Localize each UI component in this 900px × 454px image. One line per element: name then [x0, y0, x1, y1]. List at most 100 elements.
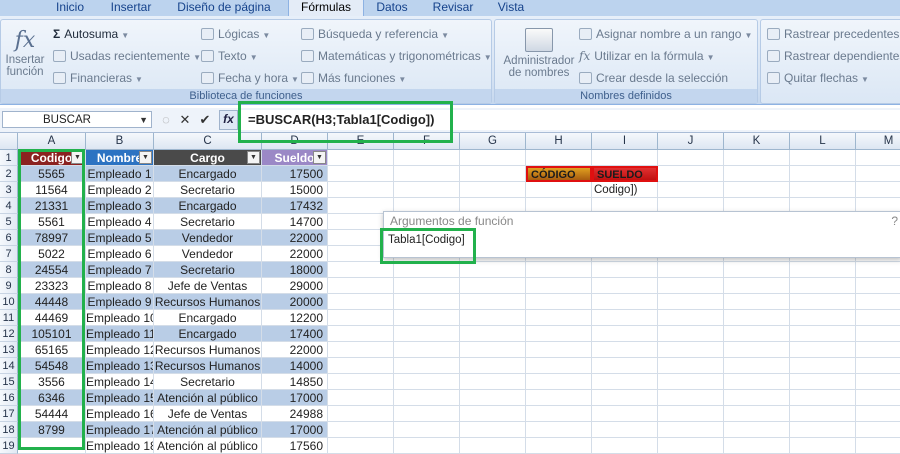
cell[interactable]	[526, 438, 592, 454]
table-cell[interactable]: 11564	[18, 182, 86, 198]
table-cell[interactable]: 8799	[18, 422, 86, 438]
chevron-down-icon[interactable]: ▼	[139, 112, 148, 129]
cell[interactable]	[790, 374, 856, 390]
table-cell[interactable]: Atención al público	[154, 422, 262, 438]
cell[interactable]	[658, 262, 724, 278]
name-manager-button[interactable]: Administrador de nombres	[499, 28, 579, 79]
row-header[interactable]: 4	[0, 198, 18, 214]
row-header[interactable]: 13	[0, 342, 18, 358]
cell[interactable]	[790, 342, 856, 358]
table-cell[interactable]: Encargado	[154, 310, 262, 326]
cell[interactable]	[394, 310, 460, 326]
cell[interactable]	[790, 390, 856, 406]
table-cell[interactable]: 24988	[262, 406, 328, 422]
cell[interactable]	[328, 342, 394, 358]
cell[interactable]	[328, 150, 394, 166]
cell[interactable]	[724, 150, 790, 166]
cell[interactable]	[724, 374, 790, 390]
formula-input[interactable]: =BUSCAR(H3;Tabla1[Codigo])	[240, 110, 900, 130]
table-cell[interactable]: Atención al público	[154, 390, 262, 406]
table-cell[interactable]: Atención al público	[154, 438, 262, 454]
row-header[interactable]: 6	[0, 230, 18, 246]
cell[interactable]	[658, 166, 724, 182]
cell[interactable]	[856, 166, 900, 182]
cell[interactable]	[394, 390, 460, 406]
math-trig-button[interactable]: Matemáticas y trigonométricas ▼	[301, 49, 492, 63]
table-cell[interactable]: Vendedor	[154, 246, 262, 262]
cell[interactable]	[724, 390, 790, 406]
column-header-h[interactable]: H	[526, 133, 592, 150]
cell[interactable]	[526, 150, 592, 166]
column-header-f[interactable]: F	[394, 133, 460, 150]
cell[interactable]	[460, 166, 526, 182]
row-header[interactable]: 11	[0, 310, 18, 326]
cell[interactable]	[856, 374, 900, 390]
cell[interactable]	[856, 278, 900, 294]
cell[interactable]	[328, 422, 394, 438]
cell[interactable]	[460, 262, 526, 278]
cell[interactable]	[526, 262, 592, 278]
table-cell[interactable]: Empleado 15	[86, 390, 154, 406]
table-cell[interactable]: 22000	[262, 246, 328, 262]
table-cell[interactable]: Recursos Humanos	[154, 294, 262, 310]
assign-name-button[interactable]: Asignar nombre a un rango ▼	[579, 27, 752, 41]
table-cell[interactable]: 29000	[262, 278, 328, 294]
cell[interactable]	[790, 150, 856, 166]
lookup-reference-button[interactable]: Búsqueda y referencia ▼	[301, 27, 449, 41]
row-header[interactable]: 1	[0, 150, 18, 166]
cell[interactable]	[856, 310, 900, 326]
cell[interactable]	[328, 262, 394, 278]
table-cell[interactable]: 78997	[18, 230, 86, 246]
cell[interactable]	[592, 342, 658, 358]
cell[interactable]	[724, 294, 790, 310]
cell[interactable]	[328, 278, 394, 294]
cell[interactable]	[790, 406, 856, 422]
cell[interactable]	[526, 310, 592, 326]
cell[interactable]	[394, 422, 460, 438]
table-cell[interactable]: 6346	[18, 390, 86, 406]
cell[interactable]	[658, 374, 724, 390]
table-cell[interactable]: 15000	[262, 182, 328, 198]
table-cell[interactable]: Recursos Humanos	[154, 342, 262, 358]
cell[interactable]	[790, 278, 856, 294]
lookup-codigo-header[interactable]: CÓDIGO	[526, 166, 592, 182]
table-cell[interactable]: 14000	[262, 358, 328, 374]
table-cell[interactable]: 14700	[262, 214, 328, 230]
cell[interactable]	[394, 262, 460, 278]
cell[interactable]	[790, 422, 856, 438]
table-cell[interactable]: Empleado 12	[86, 342, 154, 358]
table-cell[interactable]	[18, 438, 86, 454]
cell[interactable]	[394, 278, 460, 294]
tab-diseno-pagina[interactable]: Diseño de página	[170, 0, 278, 16]
table-cell[interactable]: Empleado 11	[86, 326, 154, 342]
cell[interactable]	[790, 166, 856, 182]
cell[interactable]	[592, 406, 658, 422]
recent-functions-button[interactable]: Usadas recientemente ▼	[53, 49, 201, 63]
table-cell[interactable]: 17500	[262, 166, 328, 182]
table-cell[interactable]: Empleado 14	[86, 374, 154, 390]
cell[interactable]	[856, 294, 900, 310]
column-header-c[interactable]: C	[154, 133, 262, 150]
table-cell[interactable]: 17400	[262, 326, 328, 342]
cell[interactable]	[790, 182, 856, 198]
cell[interactable]	[394, 438, 460, 454]
cell[interactable]	[790, 326, 856, 342]
column-header-i[interactable]: I	[592, 133, 658, 150]
logical-button[interactable]: Lógicas ▼	[201, 27, 270, 41]
insert-function-button[interactable]: fx Insertar función	[3, 28, 47, 78]
cell[interactable]	[460, 358, 526, 374]
table-cell[interactable]: 21331	[18, 198, 86, 214]
cell[interactable]	[790, 310, 856, 326]
cell[interactable]	[460, 374, 526, 390]
row-header[interactable]: 7	[0, 246, 18, 262]
trace-dependents-button[interactable]: Rastrear dependientes	[767, 49, 900, 63]
table-cell[interactable]: 14850	[262, 374, 328, 390]
table-cell[interactable]: 17432	[262, 198, 328, 214]
cell[interactable]	[592, 358, 658, 374]
cell[interactable]	[526, 406, 592, 422]
cell[interactable]	[658, 422, 724, 438]
table-cell[interactable]: Empleado 7	[86, 262, 154, 278]
cell[interactable]	[724, 262, 790, 278]
cell[interactable]	[856, 358, 900, 374]
cell[interactable]	[460, 422, 526, 438]
